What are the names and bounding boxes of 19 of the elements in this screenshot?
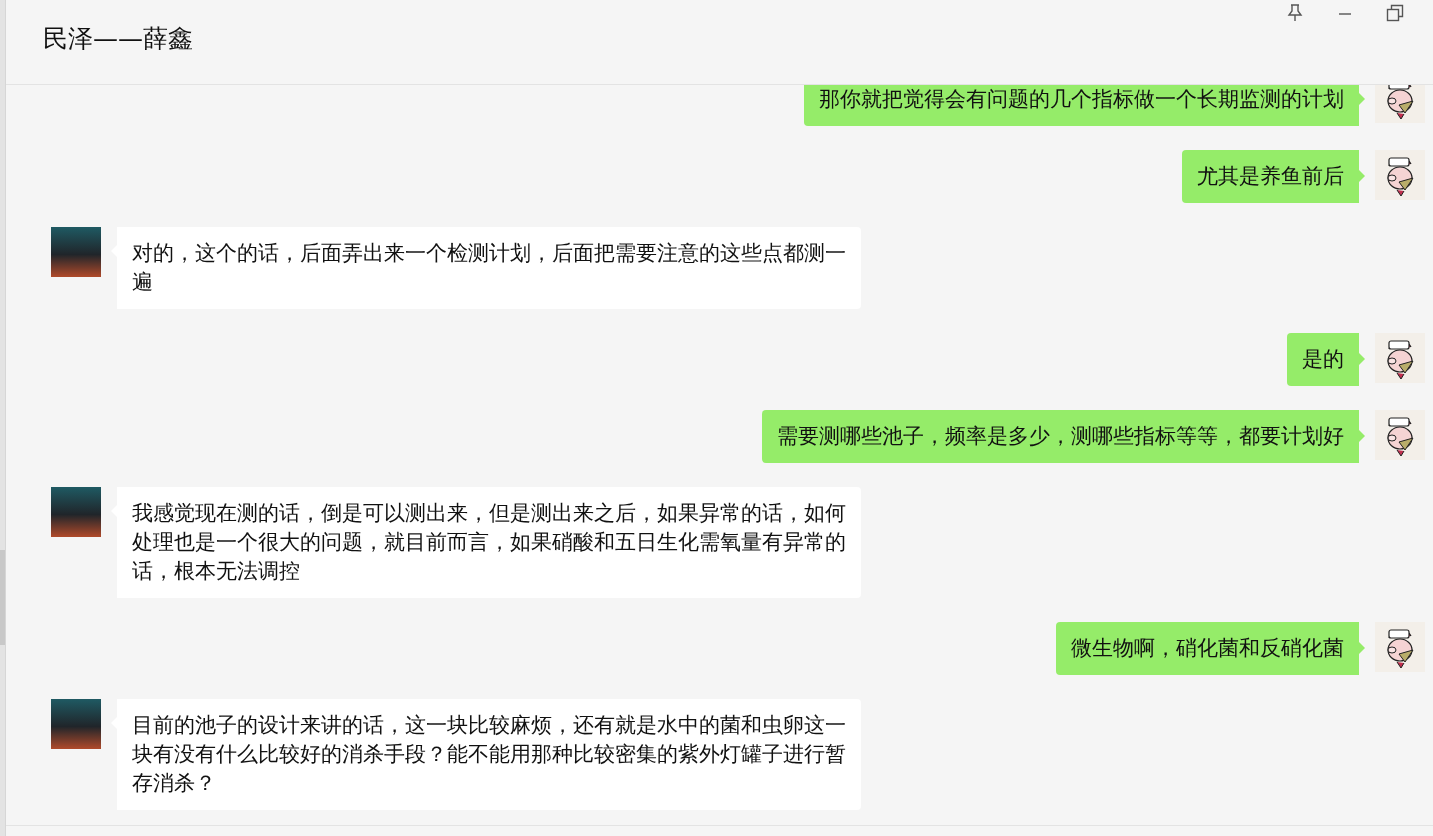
message-bubble: 微生物啊，硝化菌和反硝化菌	[1056, 622, 1365, 675]
cartoon-avatar-drawing	[1375, 410, 1425, 460]
message-bubble: 那你就把觉得会有问题的几个指标做一个长期监测的计划	[804, 85, 1365, 126]
pin-icon[interactable]	[1285, 3, 1305, 23]
cartoon-avatar-drawing	[1375, 333, 1425, 383]
scrollbar-thumb[interactable]	[0, 550, 5, 645]
photo-placeholder	[51, 699, 101, 749]
photo-placeholder	[51, 227, 101, 277]
message-bubble: 是的	[1287, 333, 1365, 386]
message-bubble: 对的，这个的话，后面弄出来一个检测计划，后面把需要注意的这些点都测一遍	[111, 227, 861, 309]
message-bubble: 尤其是养鱼前后	[1182, 150, 1365, 203]
message-bubble: 我感觉现在测的话，倒是可以测出来，但是测出来之后，如果异常的话，如何处理也是一个很大的问题，就目前而言，如果硝酸和五日生化需氧量有异常的话，根本无法调控	[111, 487, 861, 598]
message-bubble: 目前的池子的设计来讲的话，这一块比较麻烦，还有就是水中的菌和虫卵这一块有没有什么比较好的消杀手段？能不能用那种比较密集的紫外灯罐子进行暂存消杀？	[111, 699, 861, 810]
cartoon-avatar-drawing	[1375, 622, 1425, 672]
photo-placeholder	[51, 487, 101, 537]
cartoon-avatar-drawing	[1375, 150, 1425, 200]
restore-icon[interactable]	[1385, 3, 1405, 23]
message-bubble: 需要测哪些池子，频率是多少，测哪些指标等等，都要计划好	[762, 410, 1365, 463]
window-title: 民泽——薛鑫	[43, 23, 193, 55]
